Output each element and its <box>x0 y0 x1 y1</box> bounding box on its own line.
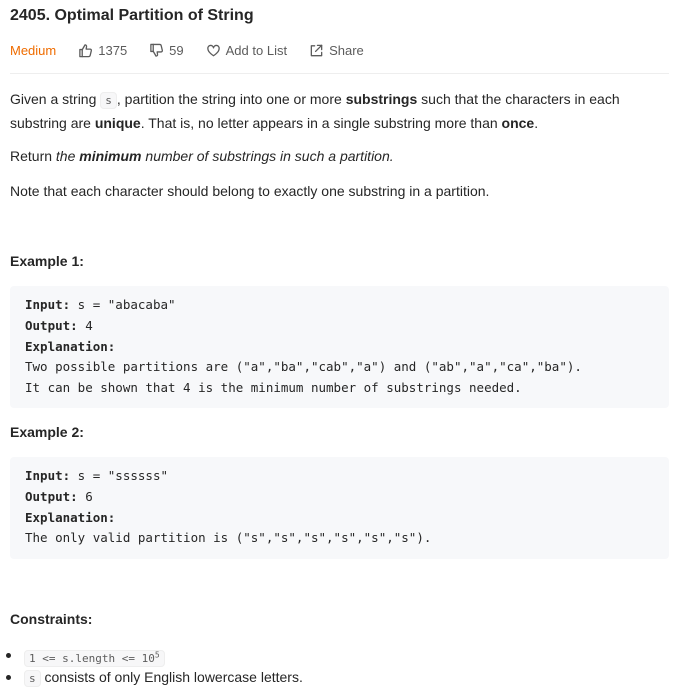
like-button[interactable]: 1375 <box>78 43 127 58</box>
explanation-line: It can be shown that 4 is the minimum nu… <box>25 380 522 396</box>
constraint-item: s consists of only English lowercase let… <box>6 666 303 688</box>
input-label: Input: <box>25 468 71 483</box>
heart-icon <box>206 44 220 56</box>
input-label: Input: <box>25 297 71 312</box>
input-value: s = "abacaba" <box>70 297 176 312</box>
add-to-list-button[interactable]: Add to List <box>206 43 287 58</box>
constraints-list: 1 <= s.length <= 105 s consists of only … <box>6 644 303 688</box>
text-span: . <box>534 115 539 131</box>
output-label: Output: <box>25 488 78 504</box>
inline-code: s <box>24 670 41 687</box>
text-span: number of substrings in such a partition… <box>141 148 394 164</box>
bold-text: once <box>501 115 535 131</box>
add-to-list-label: Add to List <box>225 42 288 58</box>
output-value: 6 <box>77 488 93 504</box>
inline-code: 1 <= s.length <= 105 <box>24 649 165 667</box>
code-text: 1 <= s.length <= 10 <box>29 651 155 665</box>
superscript: 5 <box>154 650 160 659</box>
thumbs-up-icon <box>79 43 93 57</box>
description-paragraph-3: Note that each character should belong t… <box>10 183 490 199</box>
share-button[interactable]: Share <box>309 43 364 58</box>
example-1-block: Input: s = "abacaba" Output: 4 Explanati… <box>10 286 669 408</box>
example-2-heading: Example 2: <box>10 424 84 440</box>
description-paragraph-1: Given a string s, partition the string i… <box>10 88 660 134</box>
problem-meta-bar: Medium 1375 59 Add to List Share <box>10 41 386 59</box>
constraint-item: 1 <= s.length <= 105 <box>6 644 303 667</box>
explanation-line: The only valid partition is ("s","s","s"… <box>25 530 432 546</box>
example-1-heading: Example 1: <box>10 253 84 269</box>
like-count: 1375 <box>98 42 128 58</box>
output-value: 4 <box>77 317 93 333</box>
share-label: Share <box>329 42 364 58</box>
difficulty-badge: Medium <box>10 42 57 58</box>
text-span: , partition the string into one or more <box>116 91 346 107</box>
text-span: Return <box>10 148 56 164</box>
problem-title: 2405. Optimal Partition of String <box>10 7 254 24</box>
bold-text: minimum <box>79 148 142 164</box>
bold-text: substrings <box>345 91 418 107</box>
dislike-button[interactable]: 59 <box>149 42 184 58</box>
explanation-label: Explanation: <box>25 338 116 354</box>
inline-code: s <box>100 92 117 109</box>
bold-text: unique <box>94 115 141 131</box>
constraints-heading: Constraints: <box>10 611 93 627</box>
share-icon <box>310 44 323 56</box>
explanation-label: Explanation: <box>25 509 116 525</box>
header-divider <box>10 73 669 74</box>
output-label: Output: <box>25 317 78 333</box>
example-2-block: Input: s = "ssssss" Output: 6 Explanatio… <box>10 457 669 559</box>
text-span: consists of only English lowercase lette… <box>40 669 303 685</box>
thumbs-down-icon <box>150 43 164 57</box>
input-value: s = "ssssss" <box>70 468 168 483</box>
dislike-count: 59 <box>169 42 184 58</box>
explanation-line: Two possible partitions are ("a","ba","c… <box>25 359 582 375</box>
description-paragraph-2: Return the minimum number of substrings … <box>10 145 394 167</box>
text-span: the <box>55 148 80 164</box>
text-span: Given a string <box>10 91 101 107</box>
text-span: . That is, no letter appears in a single… <box>140 115 502 131</box>
